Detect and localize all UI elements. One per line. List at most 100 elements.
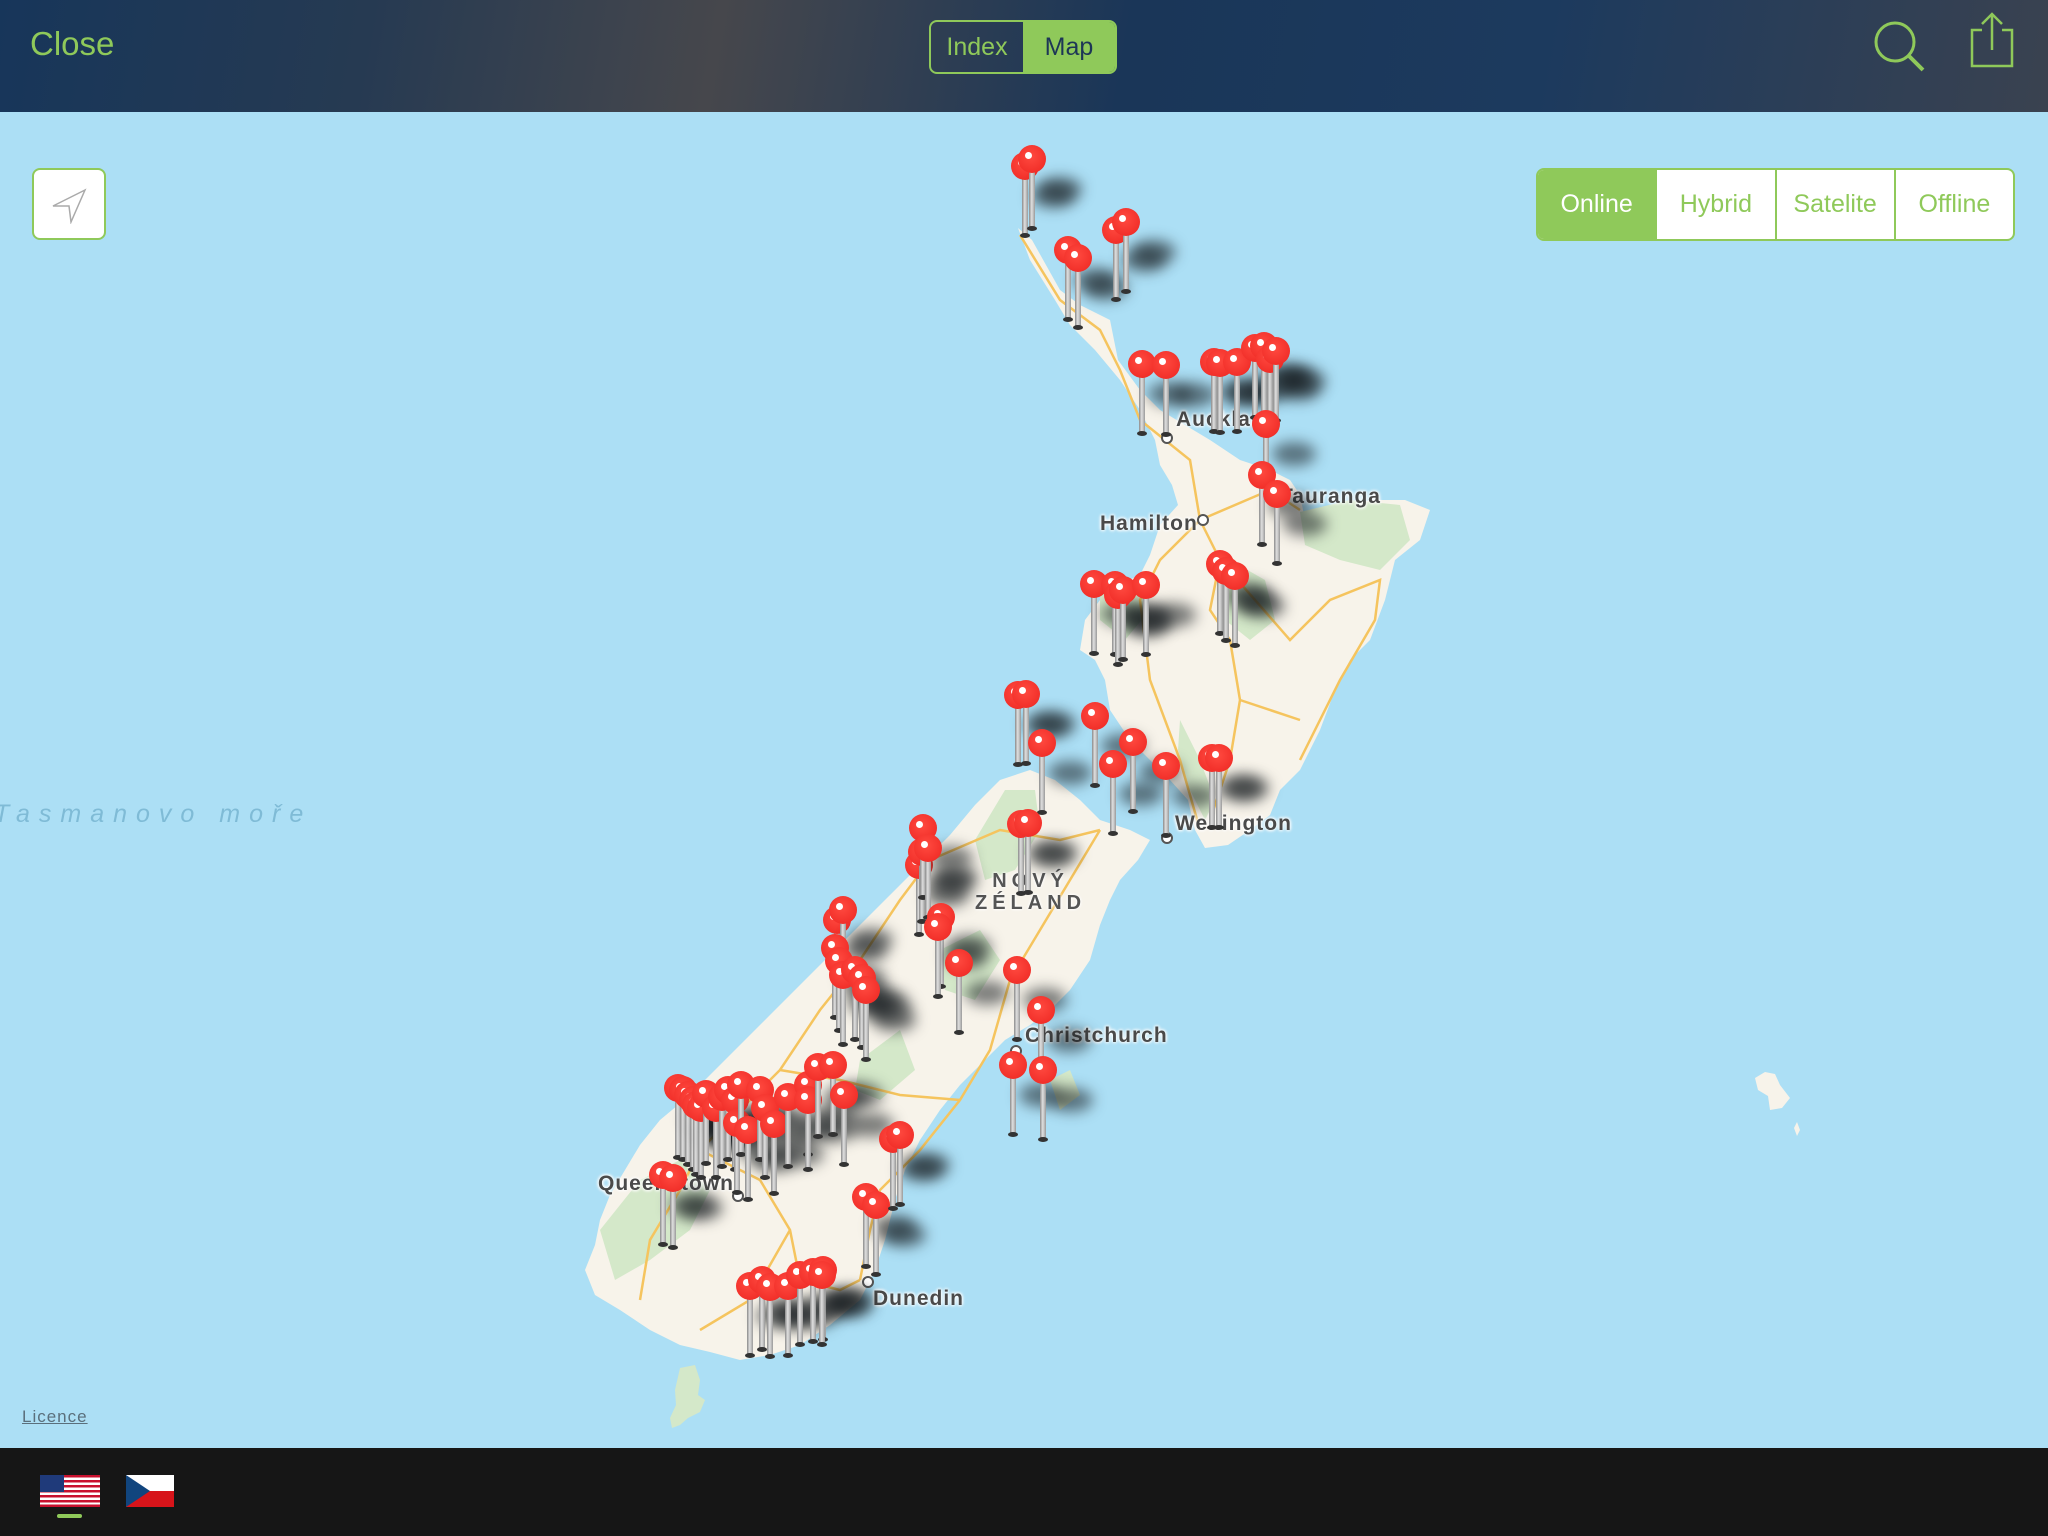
- tab-map[interactable]: Map: [1023, 22, 1115, 72]
- pin-stick: [1209, 770, 1215, 828]
- pin-stick: [1075, 270, 1081, 328]
- pin-head: [862, 1191, 890, 1219]
- selected-language-indicator: [57, 1514, 82, 1518]
- pin-head: [1027, 996, 1055, 1024]
- pin-stick: [670, 1190, 676, 1248]
- pin-foot: [743, 1197, 753, 1202]
- pin-head: [852, 976, 880, 1004]
- pin-stick: [767, 1299, 773, 1357]
- pin-foot: [745, 1353, 755, 1358]
- pin-stick: [1130, 754, 1136, 812]
- pin-shadow: [1084, 276, 1128, 300]
- tab-satelite[interactable]: Satelite: [1774, 170, 1894, 239]
- pin-shadow: [679, 1196, 723, 1220]
- pin-shadow: [906, 1153, 950, 1177]
- pin-shadow: [872, 1008, 916, 1032]
- pin-stick: [935, 939, 941, 997]
- pin-head: [1221, 562, 1249, 590]
- pin-foot: [1111, 297, 1121, 302]
- pin-foot: [1118, 657, 1128, 662]
- close-button[interactable]: Close: [30, 22, 114, 66]
- pin-stick: [873, 1217, 879, 1275]
- pin-foot: [696, 1175, 706, 1180]
- pin-shadow: [1048, 761, 1092, 785]
- pin-stick: [1163, 377, 1169, 435]
- czech-flag-icon[interactable]: [126, 1475, 174, 1507]
- locate-me-button[interactable]: [32, 168, 106, 240]
- pin-stick: [1110, 776, 1116, 834]
- share-icon[interactable]: [1968, 12, 2016, 72]
- pin-foot: [1121, 289, 1131, 294]
- pin-foot: [933, 994, 943, 999]
- pin-stick: [1216, 770, 1222, 828]
- pin-stick: [1015, 707, 1021, 765]
- pin-head: [1262, 337, 1290, 365]
- pin-stick: [1163, 778, 1169, 836]
- tab-online[interactable]: Online: [1538, 170, 1656, 239]
- pin-shadow: [1119, 782, 1163, 806]
- pin-foot: [1232, 429, 1242, 434]
- pin-stick: [1023, 706, 1029, 764]
- pin-stick: [819, 1287, 825, 1345]
- pin-foot: [668, 1245, 678, 1250]
- pin-foot: [861, 1264, 871, 1269]
- map-base-layer: [585, 228, 1800, 1428]
- pin-foot: [1137, 431, 1147, 436]
- pin-head: [1099, 750, 1127, 778]
- pin-shadow: [1132, 240, 1176, 264]
- pin-foot: [783, 1353, 793, 1358]
- pin-shadow: [1172, 383, 1216, 407]
- map-view[interactable]: Tasmanovo moře Auckland Tauranga Hamilto…: [0, 112, 2048, 1448]
- pin-stick: [1234, 374, 1240, 432]
- chatham-islands-landmass: [1755, 1072, 1790, 1110]
- pin-stick: [1091, 596, 1097, 654]
- pin-stick: [1029, 171, 1035, 229]
- tab-index[interactable]: Index: [931, 22, 1023, 72]
- pin-foot: [1012, 1037, 1022, 1042]
- pin-head: [1152, 351, 1180, 379]
- sea-label: Tasmanovo moře: [0, 800, 313, 828]
- pin-foot: [711, 1175, 721, 1180]
- pin-stick: [785, 1109, 791, 1167]
- pin-stick: [747, 1298, 753, 1356]
- pin-shadow: [1282, 369, 1326, 393]
- pin-head: [1252, 410, 1280, 438]
- pin-stick: [660, 1187, 666, 1245]
- pin-shadow: [849, 928, 893, 952]
- pin-stick: [1040, 1082, 1046, 1140]
- pin-foot: [1221, 638, 1231, 643]
- pin-head: [945, 949, 973, 977]
- pin-foot: [795, 1342, 805, 1347]
- tab-offline[interactable]: Offline: [1893, 170, 2013, 239]
- pin-foot: [1141, 652, 1151, 657]
- us-flag-icon[interactable]: [40, 1475, 100, 1507]
- tab-hybrid[interactable]: Hybrid: [1655, 170, 1774, 239]
- pin-foot: [828, 1132, 838, 1137]
- search-icon[interactable]: [1873, 20, 1929, 76]
- pin-stick: [1065, 262, 1071, 320]
- pin-stick: [1039, 755, 1045, 813]
- pin-foot: [817, 1342, 827, 1347]
- pin-shadow: [1241, 594, 1285, 618]
- pin-stick: [863, 1002, 869, 1060]
- pin-foot: [861, 1057, 871, 1062]
- pin-foot: [717, 1164, 727, 1169]
- pin-stick: [840, 987, 846, 1045]
- pin-foot: [813, 1134, 823, 1139]
- pin-foot: [1214, 825, 1224, 830]
- pin-stick: [1018, 836, 1024, 894]
- pin-stick: [805, 1112, 811, 1170]
- pin-foot: [1073, 325, 1083, 330]
- map-type-segmented-control: Online Hybrid Satelite Offline: [1536, 168, 2015, 241]
- pin-stick: [1139, 376, 1145, 434]
- pin-stick: [810, 1284, 816, 1342]
- pin-stick: [1143, 597, 1149, 655]
- pin-stick: [1010, 1077, 1016, 1135]
- pin-stick: [890, 1151, 896, 1209]
- pin-head: [1028, 729, 1056, 757]
- pin-head: [819, 1051, 847, 1079]
- licence-link[interactable]: Licence: [22, 1407, 88, 1427]
- pin-head: [914, 834, 942, 862]
- pin-head: [924, 913, 952, 941]
- pin-stick: [1092, 728, 1098, 786]
